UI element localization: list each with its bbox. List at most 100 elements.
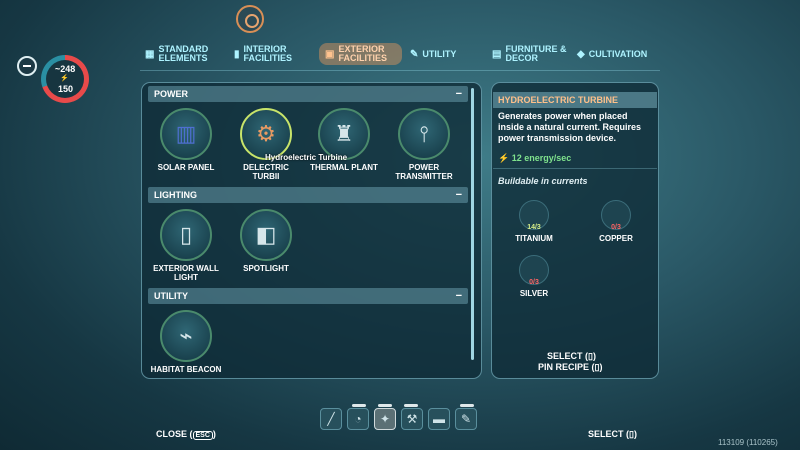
resource-titanium: 14/3 TITANIUM <box>504 200 564 243</box>
hud-bottom-value: 150 <box>58 84 74 94</box>
resource-silver: 0/3 SILVER <box>504 255 564 298</box>
hotbar-tab <box>460 404 474 407</box>
tabs-divider <box>140 70 660 71</box>
item-spotlight[interactable]: ◧ SPOTLIGHT <box>230 209 302 273</box>
close-label: CLOSE ( <box>156 429 193 439</box>
hotbar-slot-4[interactable]: ⚒ <box>401 408 423 430</box>
close-paren: ) <box>212 429 216 439</box>
collapse-icon[interactable]: − <box>456 189 462 201</box>
tool-icon: ✦ <box>379 412 391 426</box>
hint-paren: ) <box>599 362 603 372</box>
select-paren: ) <box>633 429 637 439</box>
item-label: POWER TRANSMITTER <box>395 163 453 181</box>
item-habitat-beacon[interactable]: ⌁ HABITAT BEACON <box>150 310 222 374</box>
habitat-beacon-icon: ⌁ <box>160 310 212 362</box>
hotbar-slot-3[interactable]: ✦ <box>374 408 396 430</box>
hotbar-slot-2[interactable]: ◔ <box>347 408 369 430</box>
resource-copper: 0/3 COPPER <box>586 200 646 243</box>
detail-buildable: Buildable in currents <box>498 176 588 186</box>
tool-icon: ◔ <box>354 412 362 426</box>
category-lighting-header[interactable]: LIGHTING − <box>148 187 468 203</box>
hint-paren: ) <box>592 351 596 361</box>
detail-energy: ⚡ 12 energy/sec <box>498 153 571 164</box>
tab-standard-elements[interactable]: ▦ STANDARD ELEMENTS <box>145 40 228 68</box>
hotbar-slot-5[interactable]: ▬ <box>428 408 450 430</box>
hotbar-tab <box>404 404 418 407</box>
item-label: SPOTLIGHT <box>243 264 289 273</box>
solar-panel-icon: ▥ <box>160 108 212 160</box>
pin-recipe-hint[interactable]: PIN RECIPE (▯) <box>538 362 602 373</box>
tab-utility[interactable]: ✎ UTILITY <box>410 40 456 68</box>
item-exterior-wall-light[interactable]: ▯ EXTERIOR WALL LIGHT <box>150 209 222 282</box>
list-scrollbar[interactable] <box>471 88 474 360</box>
interior-facilities-icon: ▮ <box>234 48 240 60</box>
energy-icon: ⚡ <box>498 153 510 163</box>
item-power-transmitter[interactable]: ⫯ POWER TRANSMITTER <box>388 108 460 181</box>
wrench-icon: ✎ <box>410 48 419 60</box>
detail-separator <box>493 168 657 169</box>
item-solar-panel[interactable]: ▥ SOLAR PANEL <box>150 108 222 172</box>
category-power-header[interactable]: POWER − <box>148 86 468 102</box>
hint-label: SELECT ( <box>547 351 589 361</box>
tab-interior-facilities[interactable]: ▮ INTERIOR FACILITIES <box>234 40 306 68</box>
item-label: DELECTRIC TURBII <box>243 163 289 181</box>
wall-light-icon: ▯ <box>160 209 212 261</box>
tab-furniture-decor[interactable]: ▤ FURNITURE & DECOR <box>492 40 567 68</box>
tab-label: INTERIOR FACILITIES <box>243 44 293 63</box>
tool-icon: ⚒ <box>406 412 418 426</box>
select-button[interactable]: SELECT (▯) <box>588 429 637 440</box>
bolt-icon: ⚡ <box>60 75 69 82</box>
tab-label: STANDARD ELEMENTS <box>158 44 209 63</box>
collapse-icon[interactable]: − <box>456 88 462 100</box>
hotbar-slot-1[interactable]: ╱ <box>320 408 342 430</box>
energy-value: 12 energy/sec <box>511 153 572 163</box>
item-label: HABITAT BEACON <box>150 365 222 374</box>
select-label: SELECT ( <box>588 429 630 439</box>
spotlight-icon: ◧ <box>240 209 292 261</box>
resource-name: SILVER <box>519 289 549 298</box>
select-hint: SELECT (▯) <box>547 351 596 362</box>
resource-name: COPPER <box>599 234 633 243</box>
tool-icon: ▬ <box>433 412 445 426</box>
item-label: EXTERIOR WALL LIGHT <box>153 264 219 282</box>
tab-label: UTILITY <box>422 48 457 59</box>
silver-icon: 0/3 <box>519 255 549 286</box>
collapse-icon[interactable]: − <box>456 290 462 302</box>
item-hydroelectric-turbine[interactable]: ⚙ DELECTRIC TURBII <box>230 108 302 181</box>
resource-count: 0/3 <box>611 224 621 231</box>
hud-top-value: 248 <box>60 64 76 74</box>
cultivation-icon: ◆ <box>577 48 585 60</box>
compass-badge-icon <box>236 5 264 33</box>
category-label: UTILITY <box>154 291 188 301</box>
resource-count: 14/3 <box>527 224 541 231</box>
titanium-icon: 14/3 <box>519 200 549 231</box>
item-label: THERMAL PLANT <box>310 163 378 172</box>
hotbar-tab <box>378 404 392 407</box>
version-label: 113109 (110265) <box>718 438 778 447</box>
tab-label: CULTIVATION <box>588 48 648 59</box>
exterior-facilities-icon: ▣ <box>325 48 335 60</box>
health-ring-center: ~248 ⚡ 150 <box>46 60 84 98</box>
tab-cultivation[interactable]: ◆ CULTIVATION <box>577 40 647 68</box>
detail-title: HYDROELECTRIC TURBINE <box>498 95 619 105</box>
tab-label: FURNITURE & DECOR <box>505 44 567 63</box>
esc-key: ESC <box>192 431 213 440</box>
tab-exterior-facilities[interactable]: ▣ EXTERIOR FACILITIES <box>319 43 403 65</box>
hotbar-tab <box>352 404 366 407</box>
tool-icon: ✎ <box>460 412 472 426</box>
furniture-icon: ▤ <box>492 48 502 60</box>
tab-label: EXTERIOR FACILITIES <box>338 44 387 63</box>
copper-icon: 0/3 <box>601 200 631 231</box>
power-transmitter-icon: ⫯ <box>398 108 450 160</box>
item-thermal-plant[interactable]: ♜ THERMAL PLANT <box>308 108 380 172</box>
resource-count: 0/3 <box>529 279 539 286</box>
item-tooltip: Hydroelectric Turbine <box>265 153 348 162</box>
close-button[interactable]: CLOSE (ESC) <box>156 429 216 440</box>
resource-name: TITANIUM <box>515 234 553 243</box>
category-utility-header[interactable]: UTILITY − <box>148 288 468 304</box>
hotbar-slot-6[interactable]: ✎ <box>455 408 477 430</box>
standard-elements-icon: ▦ <box>145 48 155 60</box>
tool-icon: ╱ <box>327 412 335 426</box>
category-label: LIGHTING <box>154 190 197 200</box>
detail-description: Generates power when placed inside a nat… <box>498 111 642 143</box>
